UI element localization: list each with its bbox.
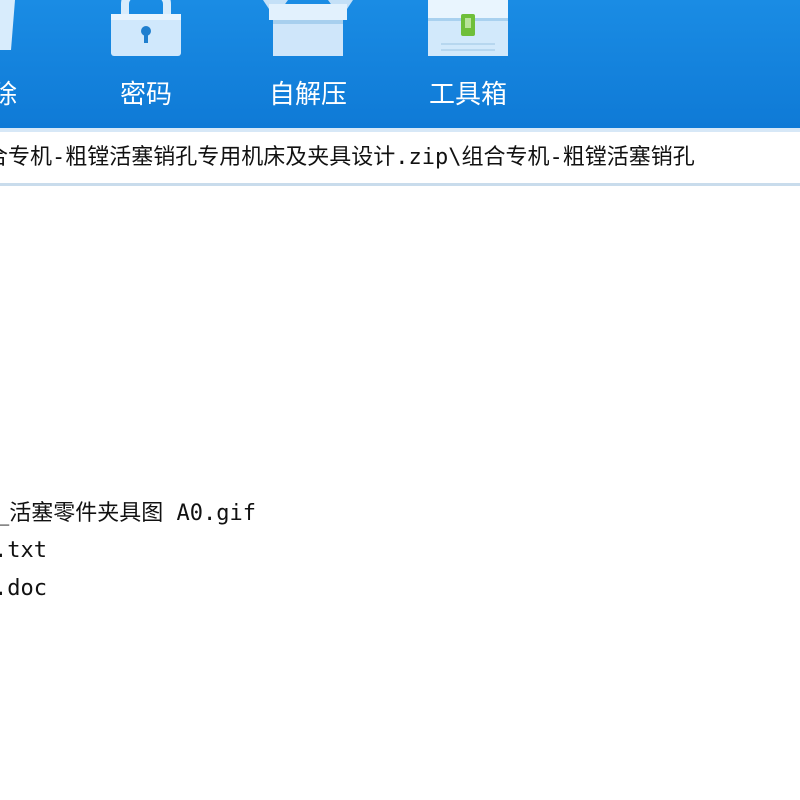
delete-icon xyxy=(0,0,15,50)
file-name: .doc xyxy=(0,576,47,601)
delete-label: 除 xyxy=(0,80,17,110)
file-name: .txt xyxy=(0,538,47,563)
delete-button[interactable]: 除 xyxy=(0,0,65,128)
file-list: _活塞零件夹具图 A0.gif .txt .doc xyxy=(0,186,800,800)
file-row[interactable]: .doc xyxy=(0,571,800,607)
toolbox-icon xyxy=(428,0,508,56)
toolbar: 除 密码 自解压 工具箱 xyxy=(0,0,800,128)
archive-path: 合专机-粗镗活塞销孔专用机床及夹具设计.zip\组合专机-粗镗活塞销孔 xyxy=(0,145,695,170)
archive-window: 除 密码 自解压 工具箱 合专机-粗镗活塞销孔专用机床及夹具设计.zip\组合专… xyxy=(0,0,800,800)
file-name: _活塞零件夹具图 A0.gif xyxy=(0,501,256,526)
box-icon xyxy=(263,0,353,56)
self-extract-label: 自解压 xyxy=(268,80,347,110)
toolbox-label: 工具箱 xyxy=(428,80,507,110)
lock-icon xyxy=(111,0,181,56)
file-row[interactable]: .txt xyxy=(0,533,800,569)
password-label: 密码 xyxy=(119,80,172,110)
file-row[interactable]: _活塞零件夹具图 A0.gif xyxy=(0,496,800,532)
password-button[interactable]: 密码 xyxy=(81,0,211,128)
toolbox-button[interactable]: 工具箱 xyxy=(403,0,533,128)
address-bar[interactable]: 合专机-粗镗活塞销孔专用机床及夹具设计.zip\组合专机-粗镗活塞销孔 xyxy=(0,128,800,186)
self-extract-button[interactable]: 自解压 xyxy=(243,0,373,128)
